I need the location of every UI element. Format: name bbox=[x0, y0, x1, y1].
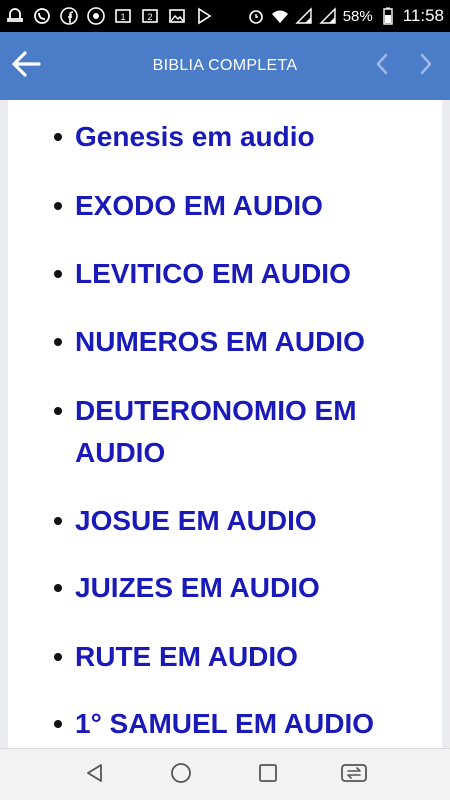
bullet bbox=[54, 338, 62, 346]
book-link-rute[interactable]: RUTE EM AUDIO bbox=[75, 636, 415, 678]
sim-1-icon: 1 bbox=[114, 7, 132, 25]
battery-percent: 58% bbox=[342, 7, 373, 25]
bullet bbox=[54, 202, 62, 210]
svg-text:2: 2 bbox=[147, 12, 152, 22]
book-list-card: Genesis em audio EXODO EM AUDIO LEVITICO… bbox=[8, 100, 442, 748]
wifi-icon bbox=[271, 7, 289, 25]
nav-recents-button[interactable] bbox=[248, 757, 288, 793]
back-triangle-icon bbox=[84, 762, 106, 789]
book-link-1-samuel[interactable]: 1° SAMUEL EM AUDIO bbox=[75, 703, 435, 745]
book-link-josue[interactable]: JOSUE EM AUDIO bbox=[75, 500, 415, 542]
next-button[interactable] bbox=[410, 46, 442, 86]
bullet bbox=[54, 270, 62, 278]
chevron-left-icon bbox=[374, 52, 390, 81]
signal-2-icon bbox=[318, 7, 337, 25]
bullet bbox=[54, 653, 62, 661]
bullet bbox=[54, 584, 62, 592]
gallery-icon bbox=[168, 7, 186, 25]
svg-text:1: 1 bbox=[120, 12, 125, 22]
bullet bbox=[54, 517, 62, 525]
chrome-icon bbox=[87, 7, 105, 25]
battery-icon bbox=[379, 7, 397, 25]
nav-back-button[interactable] bbox=[75, 757, 115, 793]
book-link-deuteronomio[interactable]: DEUTERONOMIO EM AUDIO bbox=[75, 390, 415, 474]
book-link-exodo[interactable]: EXODO EM AUDIO bbox=[75, 185, 415, 227]
play-store-icon bbox=[195, 7, 213, 25]
book-link-levitico[interactable]: LEVITICO EM AUDIO bbox=[75, 253, 415, 295]
status-bar-system: 58% 11:58 bbox=[247, 4, 444, 28]
status-bar: 1 2 58% 11:58 bbox=[0, 0, 450, 32]
nav-home-button[interactable] bbox=[161, 757, 201, 793]
facebook-icon bbox=[60, 7, 78, 25]
signal-1-icon bbox=[294, 7, 313, 25]
notification-icon bbox=[6, 7, 24, 25]
sim-2-icon: 2 bbox=[141, 7, 159, 25]
status-bar-notifications: 1 2 bbox=[6, 4, 213, 28]
chevron-right-icon bbox=[418, 52, 434, 81]
home-circle-icon bbox=[170, 762, 192, 789]
bullet bbox=[54, 720, 62, 728]
app-bar: BIBLIA COMPLETA bbox=[0, 32, 450, 100]
alarm-icon bbox=[247, 7, 265, 25]
bullet bbox=[54, 407, 62, 415]
previous-button[interactable] bbox=[366, 46, 398, 86]
clock: 11:58 bbox=[402, 6, 444, 25]
bullet bbox=[54, 133, 62, 141]
book-link-genesis[interactable]: Genesis em audio bbox=[75, 116, 415, 158]
switch-sim-icon bbox=[340, 762, 368, 789]
book-link-juizes[interactable]: JUIZES EM AUDIO bbox=[75, 567, 415, 609]
whatsapp-icon bbox=[33, 7, 51, 25]
nav-switch-sim-button[interactable] bbox=[334, 757, 374, 793]
system-nav-bar bbox=[0, 748, 450, 800]
recents-square-icon bbox=[257, 762, 279, 789]
book-link-numeros[interactable]: NUMEROS EM AUDIO bbox=[75, 321, 415, 363]
